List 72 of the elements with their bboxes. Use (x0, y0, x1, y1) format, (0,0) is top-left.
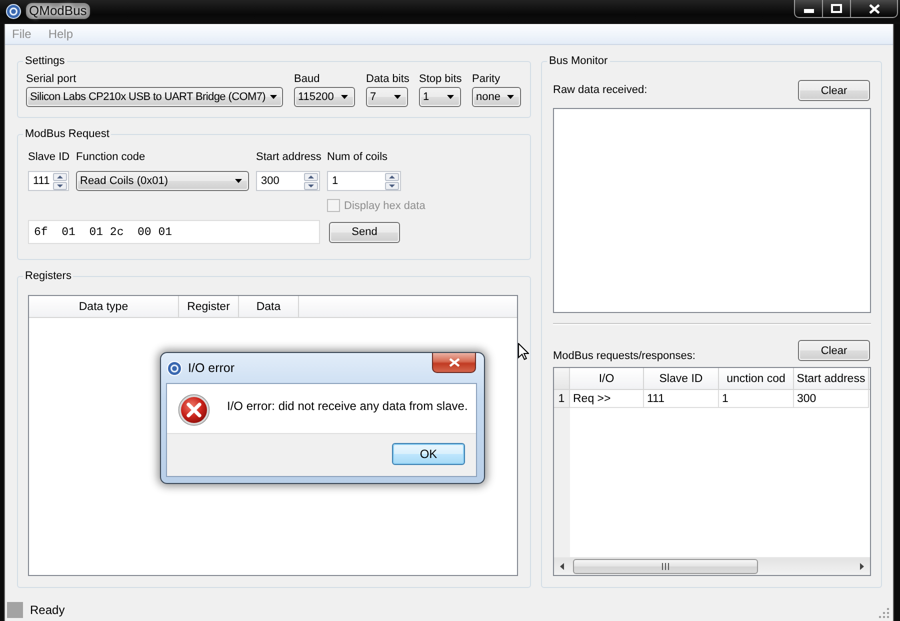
column-header[interactable]: Data (239, 296, 299, 317)
input-field[interactable]: 6f 01 01 2c 00 01 (28, 220, 320, 244)
dropdown-arrow-icon (507, 95, 514, 99)
close-icon (448, 358, 460, 367)
ok-button[interactable]: OK (392, 443, 465, 465)
app-logo-icon (6, 4, 21, 19)
close-icon (868, 4, 880, 14)
section-label: ModBus requests/responses: (553, 350, 696, 363)
maximize-button[interactable] (823, 0, 851, 18)
dropdown[interactable]: 115200 (294, 87, 355, 107)
spin-box[interactable]: 1 (327, 171, 401, 191)
field-label: Slave ID (28, 151, 69, 164)
minimize-icon (804, 9, 814, 13)
field-label: Data bits (366, 73, 408, 86)
app-logo-icon (167, 361, 182, 376)
dropdown[interactable]: Silicon Labs CP210x USB to UART Bridge (COM7) (26, 87, 283, 107)
resize-grip-icon[interactable] (879, 608, 890, 619)
column-header[interactable]: unction cod (719, 368, 794, 389)
checkbox-label: Display hex data (344, 200, 426, 212)
group-title: Settings (24, 55, 66, 68)
minimize-button[interactable] (794, 0, 823, 18)
spin-up-icon[interactable] (53, 172, 67, 180)
dropdown[interactable]: none (472, 87, 521, 107)
spin-down-icon[interactable] (385, 182, 399, 190)
status-indicator-icon (7, 602, 23, 618)
field-label: Baud (294, 73, 321, 86)
column-header[interactable]: Register (179, 296, 239, 317)
spin-box[interactable]: 300 (256, 171, 320, 191)
dropdown-arrow-icon (394, 95, 401, 99)
table-cell: 1 (719, 390, 794, 408)
dropdown-arrow-icon (235, 179, 242, 183)
field-label: Serial port (26, 73, 78, 86)
grip-icon (662, 563, 669, 570)
section-label: Raw data received: (553, 84, 648, 97)
table-cell: 111 (644, 390, 719, 408)
group-title: Bus Monitor (548, 55, 609, 68)
dropdown-arrow-icon (270, 95, 277, 99)
field-label: Num of coils (327, 151, 389, 164)
dropdown[interactable]: Read Coils (0x01) (76, 171, 249, 191)
dialog-title: I/O error (188, 361, 235, 376)
column-header[interactable]: Start address (794, 368, 869, 389)
dropdown[interactable]: 7 (366, 87, 408, 107)
spin-down-icon[interactable] (53, 182, 67, 190)
dialog-message: I/O error: did not receive any data from slave. (227, 399, 468, 414)
group-title: ModBus Request (24, 128, 110, 141)
field-label: Stop bits (419, 73, 461, 86)
field-label: Parity (472, 73, 502, 86)
spin-box[interactable]: 111 (28, 171, 69, 191)
spin-down-icon[interactable] (304, 182, 318, 190)
row-number[interactable]: 1 (554, 390, 570, 408)
horizontal-scrollbar[interactable] (554, 557, 870, 575)
maximize-icon (831, 4, 842, 13)
group-title: Registers (24, 270, 72, 283)
dropdown-arrow-icon (447, 95, 454, 99)
spin-up-icon[interactable] (304, 172, 318, 180)
field-label: Start address (256, 151, 320, 164)
dropdown-arrow-icon (341, 95, 348, 99)
clear-button[interactable]: Clear (798, 80, 870, 101)
field-label: Function code (76, 151, 146, 164)
scrollbar-thumb[interactable] (573, 559, 758, 574)
column-header[interactable]: I/O (570, 368, 644, 389)
error-icon (178, 394, 210, 426)
table-cell: 300 (794, 390, 869, 408)
spin-up-icon[interactable] (385, 172, 399, 180)
dropdown[interactable]: 1 (419, 87, 461, 107)
close-button[interactable] (432, 353, 476, 373)
clear-button[interactable]: Clear (798, 340, 870, 361)
column-header[interactable]: Slave ID (644, 368, 719, 389)
status-text: Ready (30, 602, 65, 616)
send-button[interactable]: Send (329, 222, 400, 242)
table-cell: Req >> (570, 390, 644, 408)
column-header[interactable]: Data type (29, 296, 179, 317)
